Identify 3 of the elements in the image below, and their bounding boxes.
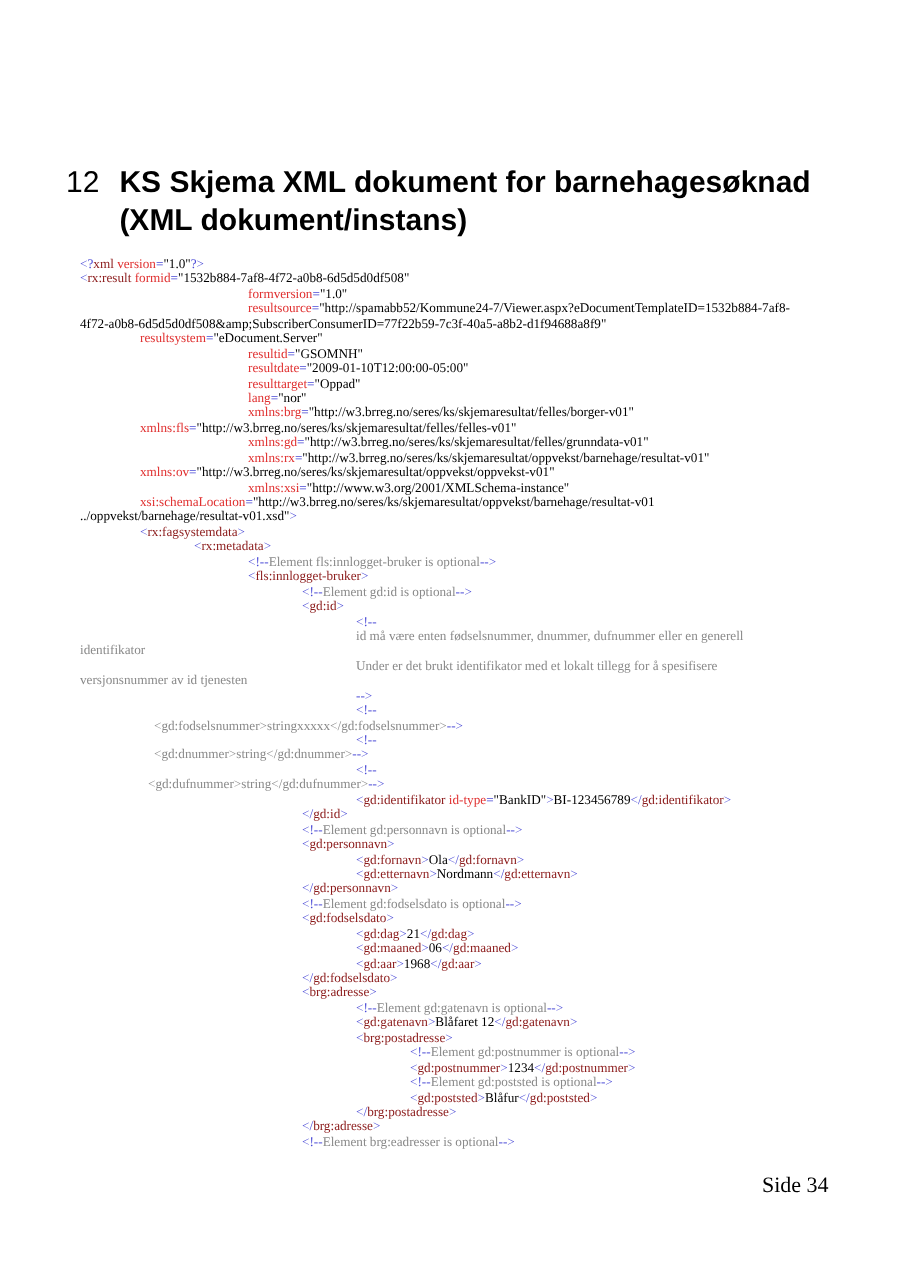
- section-heading: KS Skjema XML dokument for barnehagesøknad (XML dokument/instans): [119, 164, 813, 240]
- page-number: Side 34: [762, 1174, 829, 1198]
- heading-number: 12: [66, 164, 100, 204]
